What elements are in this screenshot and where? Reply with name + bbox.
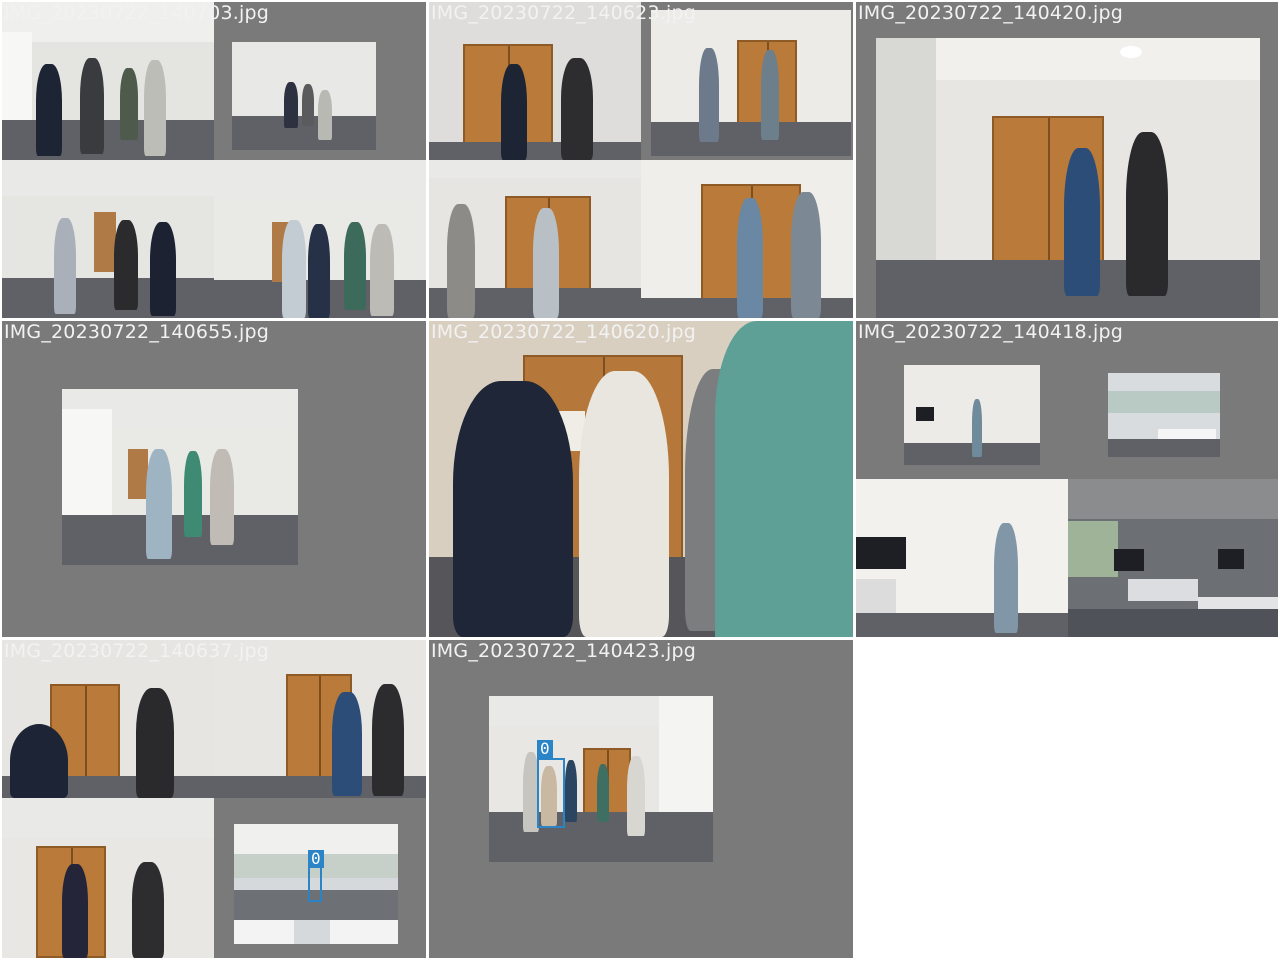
photo-door-bend <box>2 640 214 798</box>
tile-filename-label: IMG_20230722_140620.jpg <box>431 321 696 343</box>
photo-closeup-group <box>429 321 853 637</box>
photo-doorway-three <box>429 160 641 318</box>
mosaic-tile[interactable]: IMG_20230722_140418.jpg <box>856 321 1278 637</box>
detection-label: 0 <box>308 850 324 868</box>
image-tile[interactable]: IMG_20230722_140423.jpg 0 <box>429 640 853 958</box>
tile-filename-label: IMG_20230722_140637.jpg <box>4 640 269 662</box>
photo-room-pose <box>856 479 1068 637</box>
image-tile[interactable]: IMG_20230722_140655.jpg <box>2 321 426 637</box>
tile-filename-label: IMG_20230722_140655.jpg <box>4 321 269 343</box>
tile-filename-label: IMG_20230722_140420.jpg <box>858 2 1123 24</box>
photo-classroom-wide <box>1068 479 1278 637</box>
photo-corridor-walk <box>62 389 298 565</box>
tile-filename-label: IMG_20230722_140703.jpg <box>4 2 269 24</box>
photo-corridor-distant <box>232 42 376 150</box>
photo-doorway-couple <box>641 160 853 318</box>
photo-door-pose <box>876 38 1260 318</box>
mosaic-tile[interactable]: IMG_20230722_140623.jpg <box>429 2 853 318</box>
tile-filename-label: IMG_20230722_140418.jpg <box>858 321 1123 343</box>
photo-doorway-wide <box>651 10 851 156</box>
tile-filename-label: IMG_20230722_140423.jpg <box>431 640 696 662</box>
photo-corridor-pose <box>214 160 426 318</box>
image-tile[interactable]: IMG_20230722_140620.jpg <box>429 321 853 637</box>
empty-grid-cell <box>856 640 1278 958</box>
photo-room-small <box>904 365 1040 465</box>
photo-corridor-dancing <box>2 160 214 318</box>
detection-bounding-box <box>308 866 322 902</box>
image-tile[interactable]: IMG_20230722_140420.jpg <box>856 2 1278 318</box>
photo-classroom-detection: 0 <box>234 824 398 944</box>
detection-label: 0 <box>537 740 553 758</box>
photo-corridor-group <box>2 2 214 160</box>
photo-corridor-detection: 0 <box>489 696 713 862</box>
photo-door-talk <box>2 798 214 958</box>
photo-doorway-pair <box>429 2 641 160</box>
photo-door-step <box>214 640 426 798</box>
mosaic-tile[interactable]: IMG_20230722_140703.jpg <box>2 2 426 318</box>
mosaic-tile[interactable]: IMG_20230722_140637.jpg 0 <box>2 640 426 958</box>
detection-bounding-box <box>537 758 565 828</box>
photo-classroom-small <box>1108 373 1220 457</box>
tile-filename-label: IMG_20230722_140623.jpg <box>431 2 696 24</box>
